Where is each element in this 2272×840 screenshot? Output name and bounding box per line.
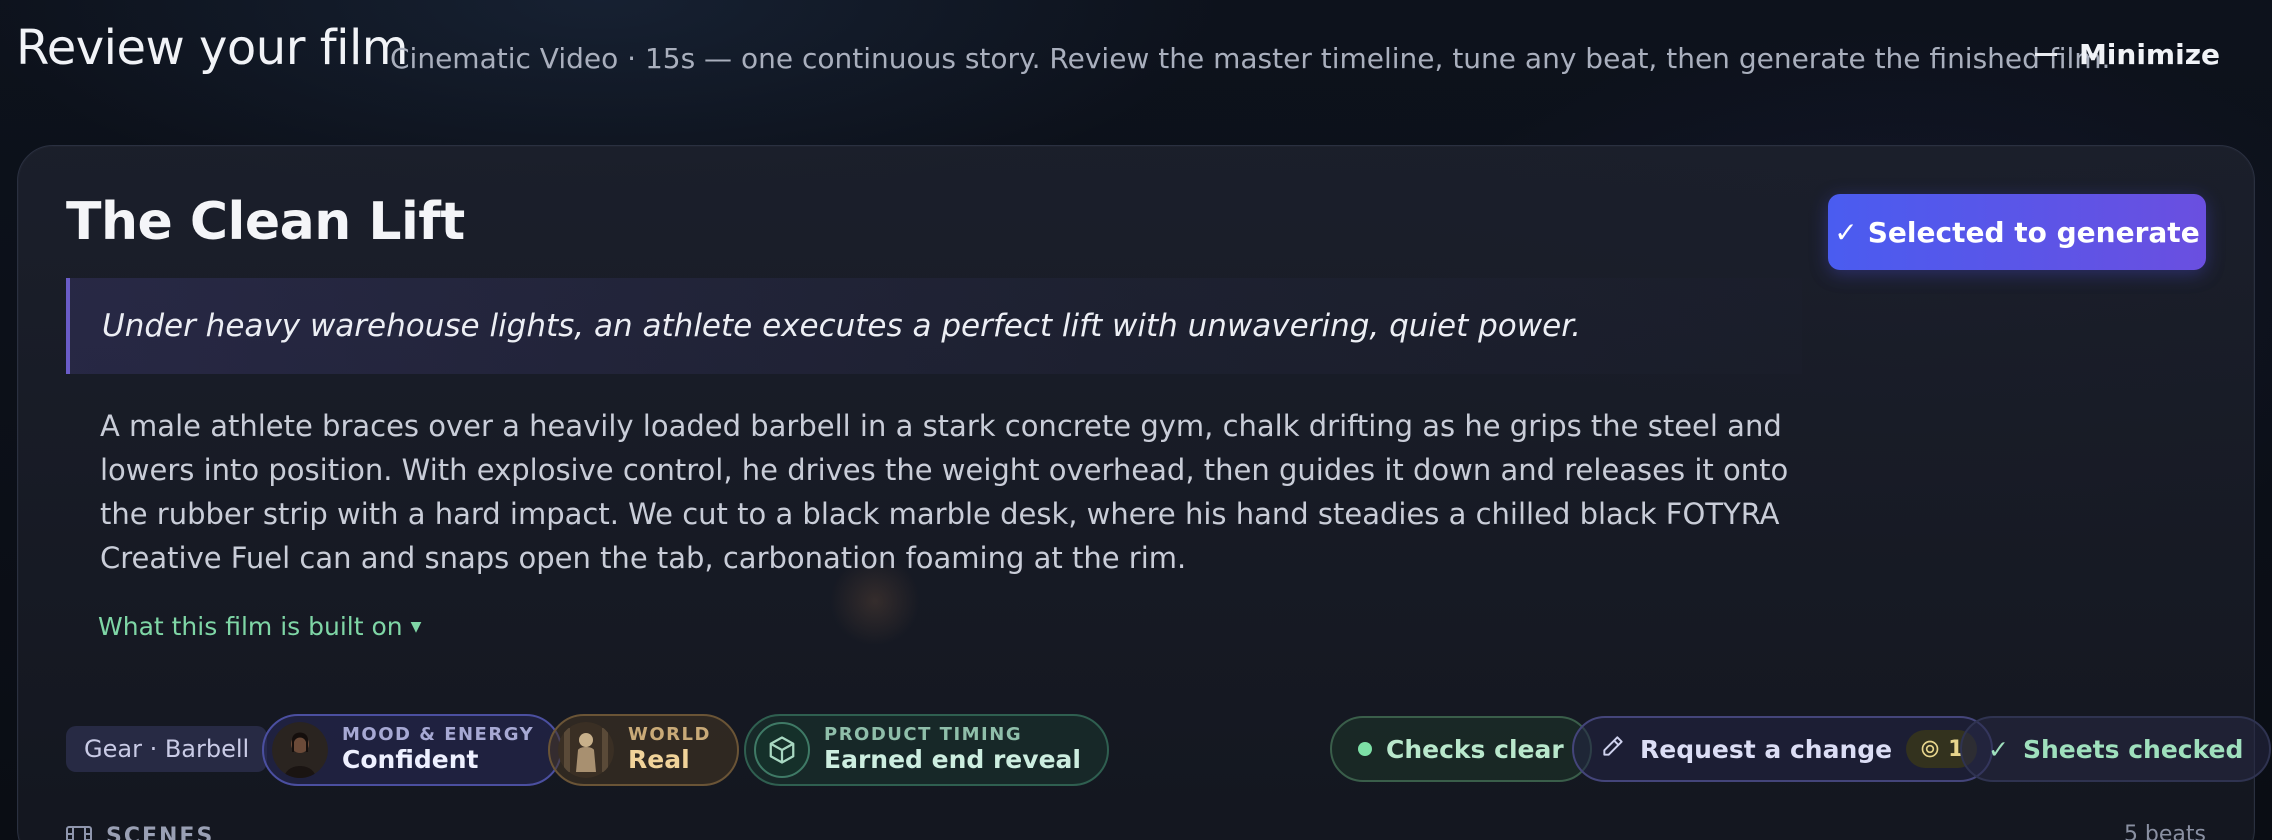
gear-chip[interactable]: Gear · Barbell [66, 726, 268, 772]
top-bar: Review your film Cinematic Video · 15s —… [0, 0, 2272, 120]
caret-down-icon: ▼ [410, 618, 422, 635]
checks-label: Checks clear [1386, 734, 1564, 764]
checks-clear-badge[interactable]: Checks clear [1330, 716, 1592, 782]
pencil-icon [1600, 733, 1626, 765]
world-pill[interactable]: WORLD Real [548, 714, 739, 786]
timing-value: Earned end reveal [824, 744, 1081, 774]
world-label: WORLD [628, 724, 711, 746]
film-title: The Clean Lift [66, 192, 465, 252]
page-subtitle: Cinematic Video · 15s — one continuous s… [390, 42, 2111, 75]
minimize-label: Minimize [2078, 38, 2220, 71]
selected-to-generate-button[interactable]: ✓ Selected to generate [1828, 194, 2206, 270]
check-icon: ✓ [1834, 215, 1858, 249]
scenes-header: SCENES [66, 824, 214, 840]
mood-avatar-icon [272, 722, 328, 778]
minimize-button[interactable]: Minimize [2034, 38, 2220, 71]
scenes-label: SCENES [106, 824, 215, 840]
beats-count: 5 beats [2123, 822, 2206, 840]
check-icon: ✓ [1988, 734, 2009, 764]
world-value: Real [628, 744, 690, 774]
minimize-icon [2034, 53, 2057, 56]
product-timing-pill[interactable]: PRODUCT TIMING Earned end reveal [744, 714, 1109, 786]
world-avatar-icon [558, 722, 614, 778]
cube-icon [754, 722, 810, 778]
status-dot-icon [1358, 742, 1372, 756]
logline-quote: Under heavy warehouse lights, an athlete… [66, 278, 1802, 374]
built-on-toggle[interactable]: What this film is built on ▼ [98, 612, 421, 641]
film-synopsis: A male athlete braces over a heavily loa… [100, 409, 1789, 575]
mood-label: MOOD & ENERGY [342, 724, 535, 746]
mood-energy-pill[interactable]: MOOD & ENERGY Confident [262, 714, 563, 786]
coin-icon [1921, 740, 1939, 758]
timing-label: PRODUCT TIMING [824, 724, 1023, 746]
built-on-label: What this film is built on [98, 612, 403, 641]
mood-value: Confident [342, 744, 479, 774]
film-strip-icon [66, 825, 92, 840]
generate-label: Selected to generate [1867, 215, 2200, 249]
request-label: Request a change [1640, 734, 1893, 764]
sheets-checked-badge[interactable]: ✓ Sheets checked [1960, 716, 2272, 782]
page-title: Review your film [16, 20, 409, 76]
request-change-button[interactable]: Request a change 1 [1572, 716, 1994, 782]
sheets-label: Sheets checked [2022, 734, 2244, 764]
